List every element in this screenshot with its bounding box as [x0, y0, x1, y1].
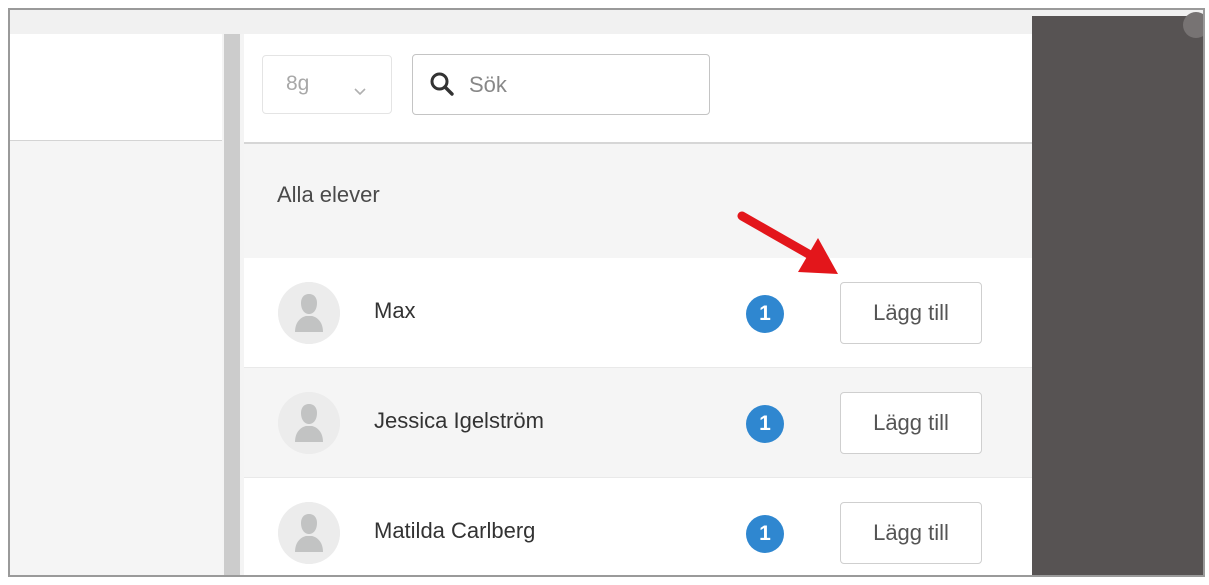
chevron-down-icon [353, 79, 367, 103]
class-select-value: 8g [286, 72, 310, 95]
search-icon [429, 71, 455, 102]
overlay-corner-shape [1183, 12, 1203, 38]
divider-bar [224, 34, 240, 575]
student-row: Max 1 Lägg till [244, 258, 1032, 368]
student-row: Jessica Igelström 1 Lägg till [244, 368, 1032, 478]
user-placeholder-icon [278, 392, 340, 454]
search-box[interactable] [412, 54, 710, 115]
add-student-button[interactable]: Lägg till [840, 502, 982, 564]
top-strip [10, 10, 1203, 34]
count-badge: 1 [746, 295, 784, 333]
count-badge: 1 [746, 515, 784, 553]
student-name: Matilda Carlberg [374, 518, 536, 543]
panel-divider [222, 34, 244, 575]
left-pane-body [10, 141, 222, 575]
app-window: 8g Alla elever [8, 8, 1205, 577]
search-input[interactable] [467, 67, 701, 103]
user-placeholder-icon [278, 282, 340, 344]
add-student-button[interactable]: Lägg till [840, 392, 982, 454]
user-placeholder-icon [278, 502, 340, 564]
student-name: Max [374, 298, 416, 323]
class-select[interactable]: 8g [262, 55, 392, 114]
red-arrow-icon [737, 211, 838, 274]
left-pane [10, 34, 222, 575]
section-title: Alla elever [277, 182, 380, 207]
dark-overlay [1032, 12, 1203, 575]
student-name: Jessica Igelström [374, 408, 544, 433]
student-picker-panel: 8g Alla elever [244, 34, 1032, 575]
student-row: Matilda Carlberg 1 Lägg till [244, 478, 1032, 575]
count-badge: 1 [746, 405, 784, 443]
picker-toolbar: 8g [244, 34, 1032, 144]
left-pane-header [10, 34, 222, 141]
add-student-button[interactable]: Lägg till [840, 282, 982, 344]
